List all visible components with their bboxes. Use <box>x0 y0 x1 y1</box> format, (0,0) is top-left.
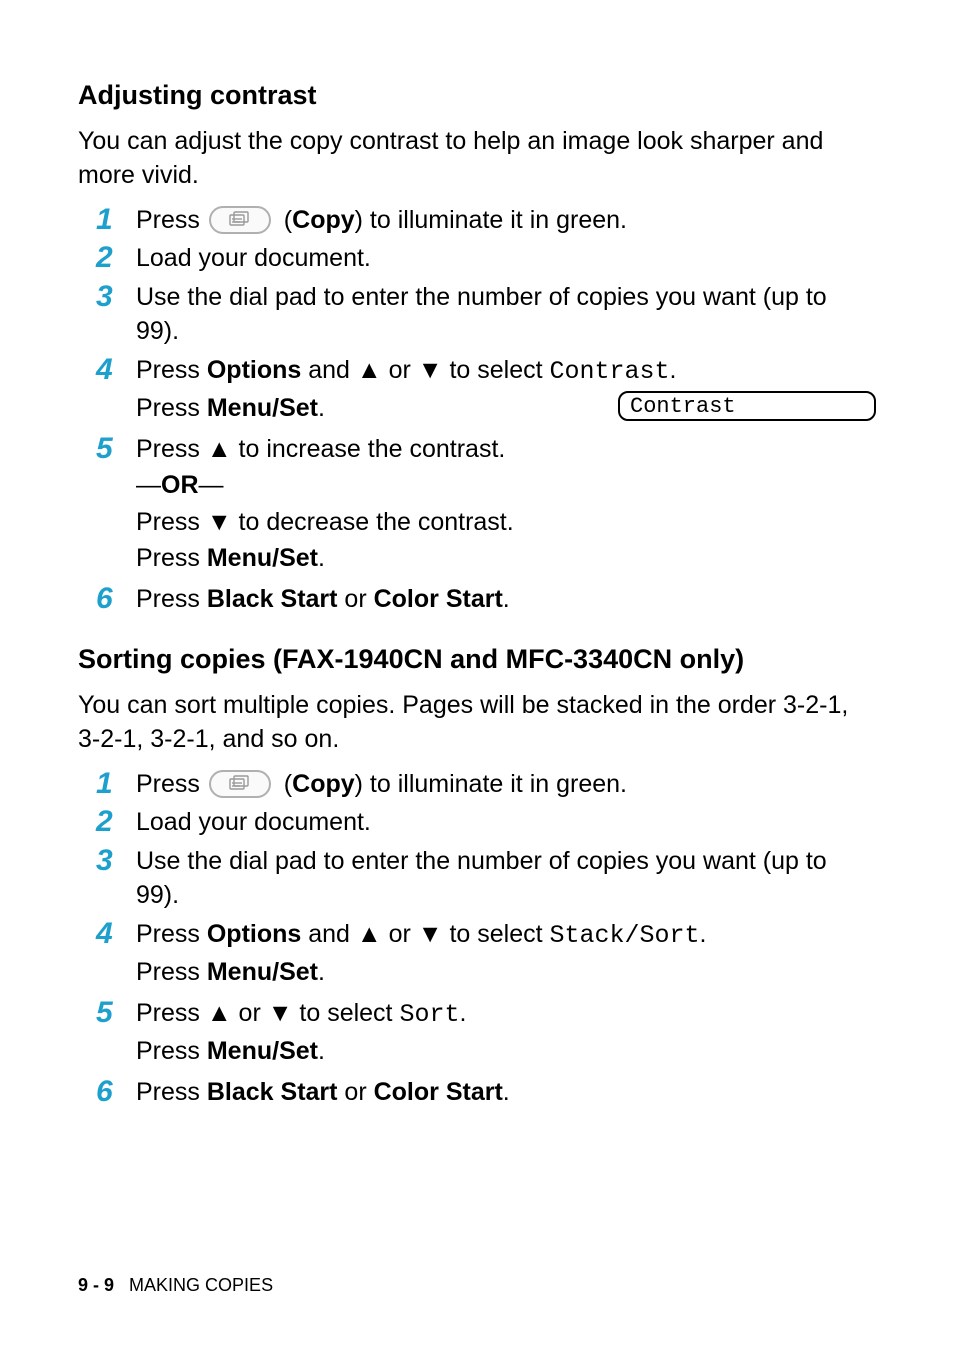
step-body: Press Options and ▲ or ▼ to select Stack… <box>136 917 876 992</box>
options-label: Options <box>207 356 301 384</box>
lcd-option-stacksort: Stack/Sort <box>550 921 700 950</box>
step-number: 3 <box>96 280 136 315</box>
step-number: 2 <box>96 241 136 276</box>
options-label: Options <box>207 920 301 948</box>
text: or <box>337 585 373 613</box>
step-body: Use the dial pad to enter the number of … <box>136 844 876 913</box>
step-number: 5 <box>96 432 136 467</box>
page-number: 9 - 9 <box>78 1275 114 1295</box>
step-body: Press Black Start or Color Start. <box>136 1075 876 1110</box>
step-number: 3 <box>96 844 136 879</box>
step-body: Load your document. <box>136 241 876 276</box>
step-number: 4 <box>96 917 136 952</box>
steps-sorting: 1 Press (Copy) to illuminate it in green… <box>96 767 876 1110</box>
step-number: 2 <box>96 805 136 840</box>
lcd-display: Contrast <box>618 391 876 421</box>
menuset-label: Menu/Set <box>207 1037 318 1065</box>
text: . <box>670 356 677 384</box>
copy-label: Copy <box>292 770 355 798</box>
step-body: Press (Copy) to illuminate it in green. <box>136 203 876 238</box>
text: ) to illuminate it in green. <box>355 770 627 798</box>
step-body: Press ▲ to increase the contrast. —OR— P… <box>136 432 876 578</box>
text: Press <box>136 770 207 798</box>
text: and ▲ or ▼ to select <box>301 356 549 384</box>
lcd-option-sort: Sort <box>399 1000 459 1029</box>
text: Press <box>136 958 207 986</box>
text: — <box>136 471 161 499</box>
text: . <box>503 585 510 613</box>
step-number: 6 <box>96 582 136 617</box>
text: . <box>318 1037 325 1065</box>
text: Press <box>136 394 207 422</box>
copy-label: Copy <box>292 206 355 234</box>
color-start-label: Color Start <box>374 1078 503 1106</box>
intro-sorting: You can sort multiple copies. Pages will… <box>78 689 876 757</box>
text: ) to illuminate it in green. <box>355 206 627 234</box>
step-body: Press Options and ▲ or ▼ to select Contr… <box>136 353 876 428</box>
text: . <box>318 958 325 986</box>
text: Press <box>136 1037 207 1065</box>
step-body: Load your document. <box>136 805 876 840</box>
step-number: 1 <box>96 767 136 802</box>
steps-contrast: 1 Press (Copy) to illuminate it in green… <box>96 203 876 617</box>
menuset-label: Menu/Set <box>207 394 318 422</box>
copy-button-icon <box>209 206 271 234</box>
text: and ▲ or ▼ to select <box>301 920 549 948</box>
text: — <box>199 471 224 499</box>
intro-contrast: You can adjust the copy contrast to help… <box>78 125 876 193</box>
black-start-label: Black Start <box>207 1078 338 1106</box>
text: . <box>700 920 707 948</box>
section-heading-contrast: Adjusting contrast <box>78 80 876 111</box>
step-body: Press (Copy) to illuminate it in green. <box>136 767 876 802</box>
menuset-label: Menu/Set <box>207 544 318 572</box>
text: Press ▲ to increase the contrast. <box>136 432 876 467</box>
lcd-option-contrast: Contrast <box>550 357 670 386</box>
step-number: 5 <box>96 996 136 1031</box>
text: Press <box>136 544 207 572</box>
text: Press <box>136 585 207 613</box>
text: . <box>459 999 466 1027</box>
text: . <box>318 544 325 572</box>
text: Press ▲ or ▼ to select <box>136 999 399 1027</box>
step-body: Press ▲ or ▼ to select Sort. Press Menu/… <box>136 996 876 1071</box>
color-start-label: Color Start <box>374 585 503 613</box>
menuset-label: Menu/Set <box>207 958 318 986</box>
step-number: 4 <box>96 353 136 388</box>
text: Press <box>136 206 207 234</box>
copy-button-icon <box>209 770 271 798</box>
text: Press <box>136 920 207 948</box>
step-number: 6 <box>96 1075 136 1110</box>
footer-title: MAKING COPIES <box>129 1275 273 1295</box>
text: Press <box>136 1078 207 1106</box>
step-number: 1 <box>96 203 136 238</box>
step-body: Press Black Start or Color Start. <box>136 582 876 617</box>
text: ( <box>277 206 292 234</box>
text: . <box>503 1078 510 1106</box>
text: Press <box>136 356 207 384</box>
section-heading-sorting: Sorting copies (FAX-1940CN and MFC-3340C… <box>78 644 876 675</box>
step-body: Use the dial pad to enter the number of … <box>136 280 876 349</box>
or-label: OR <box>161 471 199 499</box>
text: Press ▼ to decrease the contrast. <box>136 505 876 540</box>
page-footer: 9 - 9 MAKING COPIES <box>78 1275 273 1296</box>
text: or <box>337 1078 373 1106</box>
black-start-label: Black Start <box>207 585 338 613</box>
text: . <box>318 394 325 422</box>
text: ( <box>277 770 292 798</box>
